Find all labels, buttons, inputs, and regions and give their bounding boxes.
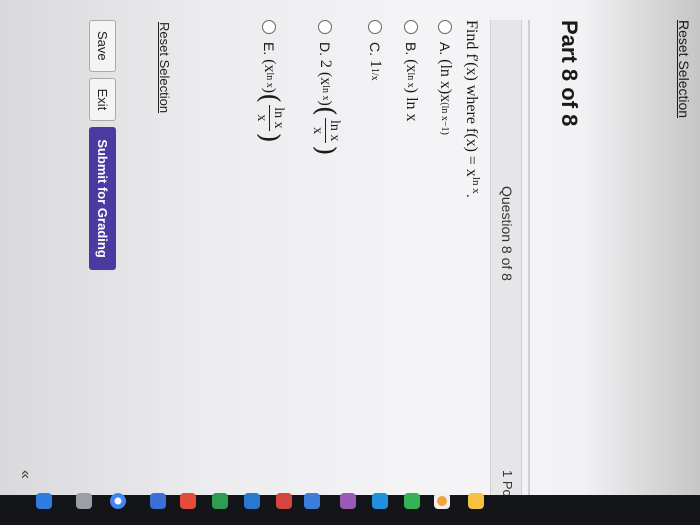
option-e-exponent: ln x	[264, 72, 275, 88]
radio-option-d[interactable]	[318, 20, 333, 34]
divider	[528, 20, 530, 495]
prompt-text: Find f′(x) where f(x) = x	[463, 20, 480, 177]
option-e-fraction: ln x x	[253, 105, 286, 131]
part-title: Part 8 of 8	[557, 20, 582, 127]
radio-option-e[interactable]	[262, 20, 277, 34]
option-e-denominator: x	[254, 114, 269, 122]
option-b-pre: (x	[403, 59, 420, 73]
dock	[0, 495, 700, 525]
prompt-end: .	[463, 193, 480, 198]
option-d-fraction: ln x x	[309, 117, 342, 144]
reset-selection-link-top[interactable]: Reset Selection	[676, 20, 692, 118]
question-prompt: Find f′(x) where f(x) = xln x.	[462, 20, 482, 198]
option-e[interactable]: E. (x ln x) ( ln x x )	[253, 20, 286, 143]
open-paren: (	[254, 93, 285, 104]
option-d-letter: D.	[317, 42, 334, 56]
option-a-letter: A.	[437, 42, 453, 56]
option-c[interactable]: C. 1 1/x	[366, 20, 384, 81]
close-paren: )	[310, 145, 341, 156]
open-paren: (	[310, 105, 341, 116]
radio-option-a[interactable]	[438, 20, 452, 34]
action-buttons: Save Exit Submit for Grading	[89, 20, 116, 270]
assessment-page: Reset Selection « Part 8 of 8 Question 8…	[0, 0, 700, 495]
option-a-exponent: (ln x−1)	[439, 102, 451, 135]
option-b-post: ) ln x	[403, 87, 420, 122]
option-d[interactable]: D. 2 (x ln x) ( ln x x )	[309, 20, 342, 156]
laptop-screen: Reset Selection « Part 8 of 8 Question 8…	[0, 0, 700, 495]
option-b-exponent: ln x	[405, 72, 417, 88]
option-c-base: 1	[367, 59, 384, 68]
question-number: Question 8 of 8	[499, 186, 515, 281]
collapse-sidebar-icon[interactable]: «	[16, 470, 34, 479]
question-header: Question 8 of 8 1 Poin	[490, 20, 522, 495]
save-button[interactable]: Save	[89, 20, 116, 72]
option-a[interactable]: A. (ln x)x (ln x−1)	[436, 20, 454, 135]
option-d-exponent: ln x	[320, 85, 331, 101]
option-c-exponent: 1/x	[369, 67, 381, 81]
option-d-denominator: x	[310, 127, 325, 135]
exit-button[interactable]: Exit	[89, 77, 116, 122]
option-d-pre: 2 (x	[317, 59, 335, 86]
option-e-pre: (x	[261, 59, 279, 73]
option-b-letter: B.	[403, 42, 419, 56]
prompt-exponent: ln x	[470, 176, 482, 194]
option-b[interactable]: B. (x ln x) ln x	[402, 20, 420, 122]
close-paren: )	[254, 132, 285, 143]
radio-option-b[interactable]	[404, 20, 418, 34]
option-e-numerator: ln x	[269, 105, 286, 131]
reset-selection-link[interactable]: Reset Selection	[157, 22, 172, 113]
question-points: 1 Poin	[500, 470, 515, 495]
option-e-letter: E.	[261, 42, 278, 56]
option-a-text: (ln x)x	[437, 59, 454, 103]
option-d-numerator: ln x	[325, 117, 342, 144]
option-c-letter: C.	[367, 42, 383, 56]
radio-option-c[interactable]	[368, 20, 382, 34]
submit-for-grading-button[interactable]: Submit for Grading	[89, 127, 116, 270]
